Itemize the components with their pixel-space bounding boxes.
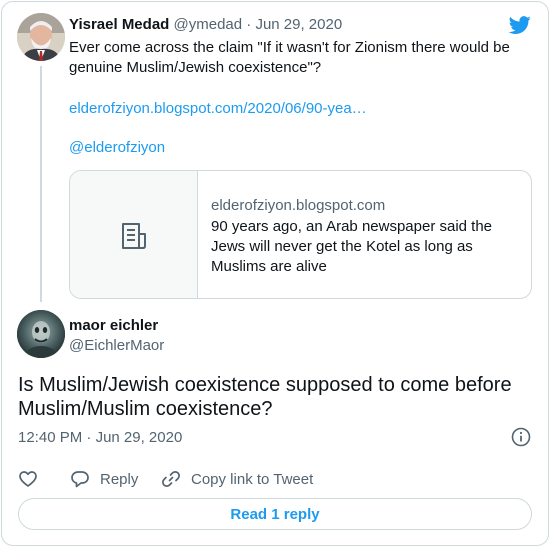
tweet2-text: Is Muslim/Jewish coexistence supposed to… — [18, 374, 512, 420]
tweet1-header: Yisrael Medad @ymedad · Jun 29, 2020 — [69, 16, 342, 33]
thread-connector-line — [40, 66, 42, 302]
tweet1-separator: · — [246, 16, 252, 33]
tweet1-text: Ever come across the claim "If it wasn't… — [69, 39, 510, 76]
link-preview-description: 90 years ago, an Arab newspaper said the… — [211, 218, 493, 275]
tweet2-handle[interactable]: @EichlerMaor — [69, 337, 164, 354]
avatar-yisrael-medad[interactable] — [17, 13, 65, 61]
link-icon — [162, 471, 180, 487]
read-replies-button[interactable]: Read 1 reply — [18, 498, 532, 530]
tweet2-timestamp[interactable]: 12:40 PM · Jun 29, 2020 — [18, 429, 182, 446]
like-button[interactable] — [18, 468, 38, 490]
reply-label: Reply — [100, 470, 139, 488]
document-icon — [122, 223, 146, 249]
avatar-maor-eichler[interactable] — [17, 310, 65, 358]
reply-button[interactable]: Reply — [70, 468, 138, 490]
tweet2-date: Jun 29, 2020 — [95, 429, 183, 446]
reply-icon — [71, 471, 89, 488]
tweet1-date[interactable]: Jun 29, 2020 — [255, 16, 342, 33]
twitter-bird-icon[interactable] — [508, 14, 532, 36]
tweet1-author-name[interactable]: Yisrael Medad — [69, 16, 169, 33]
info-icon[interactable] — [511, 427, 531, 447]
copy-link-button[interactable]: Copy link to Tweet — [161, 468, 313, 490]
link-preview-thumbnail — [70, 171, 198, 298]
tweet1-url-link[interactable]: elderofziyon.blogspot.com/2020/06/90-yea… — [69, 100, 367, 117]
link-preview-card[interactable]: elderofziyon.blogspot.com 90 years ago, … — [69, 170, 532, 299]
tweet2-author-name[interactable]: maor eichler — [69, 317, 158, 334]
copy-link-label: Copy link to Tweet — [191, 470, 314, 488]
tweet2-separator: · — [86, 429, 92, 446]
tweet2-time: 12:40 PM — [18, 429, 83, 446]
tweet1-mention-link[interactable]: @elderofziyon — [69, 139, 165, 156]
link-preview-domain: elderofziyon.blogspot.com — [211, 197, 386, 214]
tweet-actions-bar: Reply Copy link to Tweet — [18, 468, 538, 490]
tweet1-handle[interactable]: @ymedad — [174, 16, 243, 33]
heart-icon — [19, 471, 37, 487]
